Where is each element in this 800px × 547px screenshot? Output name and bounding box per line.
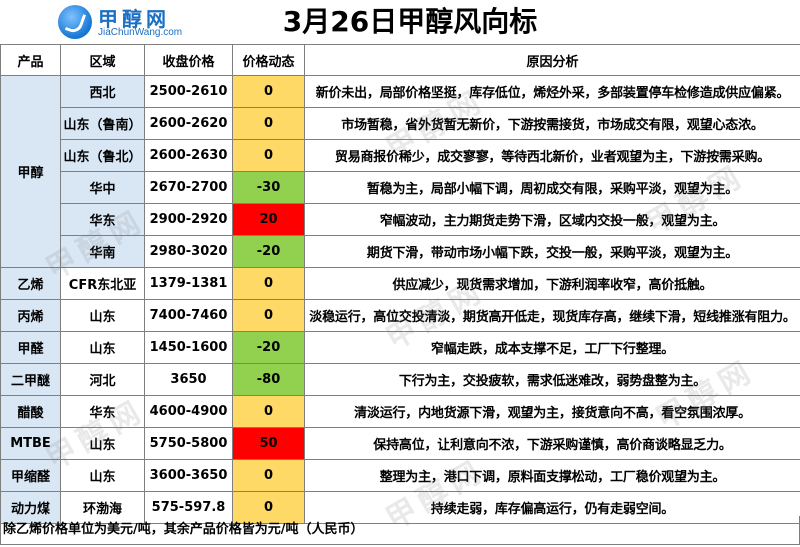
page-title: 3月26日甲醇风向标: [282, 5, 538, 38]
column-header-price: 收盘价格: [144, 44, 233, 76]
reason-cell: 窄幅走跌，成本支撑不足，工厂下行整理。: [304, 331, 800, 364]
table-row: 乙烯 CFR东北亚 1379-1381 0 供应减少，现货需求增加，下游利润率收窄，高价…: [0, 267, 800, 300]
product-cell: MTBE: [0, 427, 61, 460]
change-cell: 0: [232, 267, 305, 300]
table-row: 丙烯 山东 7400-7460 0 淡稳运行，高位交投清淡，期货高开低走，现货库存高，继…: [0, 299, 800, 332]
product-cell: 甲醛: [0, 331, 61, 364]
price-cell: 2670-2700: [144, 171, 233, 204]
product-cell: 醋酸: [0, 395, 61, 428]
reason-cell: 新价未出，局部价格坚挺，库存低位，烯烃外采，多部装置停车检修造成供应偏紧。: [304, 75, 800, 108]
column-header-change: 价格动态: [232, 44, 305, 76]
reason-cell: 暂稳为主，局部小幅下调，周初成交有限，采购平淡，观望为主。: [304, 171, 800, 204]
price-cell: 2500-2610: [144, 75, 233, 108]
region-cell: 山东: [60, 459, 145, 492]
reason-cell: 清淡运行，内地货源下滑，观望为主，接货意向不高，看空氛围浓厚。: [304, 395, 800, 428]
change-cell: 0: [232, 139, 305, 172]
table-row: 山东（鲁北） 2600-2630 0 贸易商报价稀少，成交寥寥，等待西北新价，业者观望…: [1, 139, 800, 172]
price-cell: 2600-2620: [144, 107, 233, 140]
reason-cell: 保持高位，让利意向不浓，下游采购谨慎，高价商谈略显乏力。: [304, 427, 800, 460]
reason-cell: 整理为主，港口下调，原料面支撑松动，工厂稳价观望为主。: [304, 459, 800, 492]
change-cell: 20: [232, 203, 305, 236]
change-cell: -20: [232, 235, 305, 268]
reason-cell: 期货下滑，带动市场小幅下跌，交投一般，采购平淡，观望为主。: [304, 235, 800, 268]
reason-cell: 市场暂稳，省外货暂无新价，下游按需接货，市场成交有限，观望心态浓。: [304, 107, 800, 140]
change-cell: 0: [232, 299, 305, 332]
table-row: 二甲醚 河北 3650 -80 下行为主，交投疲软，需求低迷难改，弱势盘整为主。: [0, 363, 800, 396]
change-cell: -20: [232, 331, 305, 364]
change-cell: -80: [232, 363, 305, 396]
column-header-reason: 原因分析: [304, 44, 800, 76]
table-row: 华东 2900-2920 20 窄幅波动，主力期货走势下滑，区域内交投一般，观望为主。: [1, 203, 800, 236]
column-header-product: 产品: [0, 44, 61, 76]
region-cell: 山东: [60, 299, 145, 332]
change-cell: 0: [232, 395, 305, 428]
region-cell: 河北: [60, 363, 145, 396]
change-cell: -30: [232, 171, 305, 204]
product-cell: 二甲醚: [0, 363, 61, 396]
reason-cell: 淡稳运行，高位交投清淡，期货高开低走，现货库存高，继续下滑，短线推涨有阻力。: [304, 299, 800, 332]
region-cell: 西北: [60, 75, 145, 108]
change-cell: 50: [232, 427, 305, 460]
table-body: 甲醇 西北 2500-2610 0 新价未出，局部价格坚挺，库存低位，烯烃外采，多部装置…: [0, 75, 800, 524]
price-cell: 2980-3020: [144, 235, 233, 268]
footer-note: 除乙烯价格单位为美元/吨，其余产品价格皆为元/吨（人民币）: [0, 516, 800, 545]
product-cell: 甲醇: [0, 75, 61, 268]
region-cell: 华东: [60, 203, 145, 236]
product-cell: 甲缩醛: [0, 459, 61, 492]
table-row: 山东（鲁南） 2600-2620 0 市场暂稳，省外货暂无新价，下游按需接货，市场成交…: [1, 107, 800, 140]
product-cell: 乙烯: [0, 267, 61, 300]
region-cell: 华东: [60, 395, 145, 428]
region-cell: 山东（鲁北）: [60, 139, 145, 172]
region-cell: 山东: [60, 331, 145, 364]
price-cell: 1379-1381: [144, 267, 233, 300]
region-cell: 华中: [60, 171, 145, 204]
price-cell: 5750-5800: [144, 427, 233, 460]
header: 甲醇网 JiaChunWang.com 3月26日甲醇风向标: [0, 0, 800, 44]
region-cell: CFR东北亚: [60, 267, 145, 300]
price-cell: 2600-2630: [144, 139, 233, 172]
change-cell: 0: [232, 459, 305, 492]
table-row: 甲缩醛 山东 3600-3650 0 整理为主，港口下调，原料面支撑松动，工厂稳价观望为…: [0, 459, 800, 492]
price-cell: 7400-7460: [144, 299, 233, 332]
price-table: 产品 区域 收盘价格 价格动态 原因分析 甲醇 西北 2500-2610 0 新价未出，…: [0, 44, 800, 524]
product-cell: 丙烯: [0, 299, 61, 332]
price-cell: 2900-2920: [144, 203, 233, 236]
price-cell: 1450-1600: [144, 331, 233, 364]
region-cell: 山东（鲁南）: [60, 107, 145, 140]
reason-cell: 下行为主，交投疲软，需求低迷难改，弱势盘整为主。: [304, 363, 800, 396]
table-row: MTBE 山东 5750-5800 50 保持高位，让利意向不浓，下游采购谨慎，高价商谈…: [0, 427, 800, 460]
change-cell: 0: [232, 107, 305, 140]
column-header-region: 区域: [60, 44, 145, 76]
logo-text-en: JiaChunWang.com: [98, 27, 183, 38]
table-row: 甲醛 山东 1450-1600 -20 窄幅走跌，成本支撑不足，工厂下行整理。: [0, 331, 800, 364]
price-cell: 3600-3650: [144, 459, 233, 492]
change-cell: 0: [232, 75, 305, 108]
table-row: 醋酸 华东 4600-4900 0 清淡运行，内地货源下滑，观望为主，接货意向不高，看空…: [0, 395, 800, 428]
region-cell: 山东: [60, 427, 145, 460]
logo-icon: [58, 5, 92, 39]
site-logo[interactable]: 甲醇网 JiaChunWang.com: [58, 3, 188, 41]
price-cell: 3650: [144, 363, 233, 396]
page: 甲醇网 JiaChunWang.com 3月26日甲醇风向标 产品 区域 收盘价…: [0, 0, 800, 547]
region-cell: 华南: [60, 235, 145, 268]
price-cell: 4600-4900: [144, 395, 233, 428]
table-header-row: 产品 区域 收盘价格 价格动态 原因分析: [0, 44, 800, 76]
table-row: 华南 2980-3020 -20 期货下滑，带动市场小幅下跌，交投一般，采购平淡，观望…: [1, 235, 800, 268]
table-row: 华中 2670-2700 -30 暂稳为主，局部小幅下调，周初成交有限，采购平淡，观望…: [1, 171, 800, 204]
reason-cell: 窄幅波动，主力期货走势下滑，区域内交投一般，观望为主。: [304, 203, 800, 236]
table-row: 甲醇 西北 2500-2610 0 新价未出，局部价格坚挺，库存低位，烯烃外采，多部装置…: [0, 75, 800, 268]
reason-cell: 贸易商报价稀少，成交寥寥，等待西北新价，业者观望为主，下游按需采购。: [304, 139, 800, 172]
reason-cell: 供应减少，现货需求增加，下游利润率收窄，高价抵触。: [304, 267, 800, 300]
